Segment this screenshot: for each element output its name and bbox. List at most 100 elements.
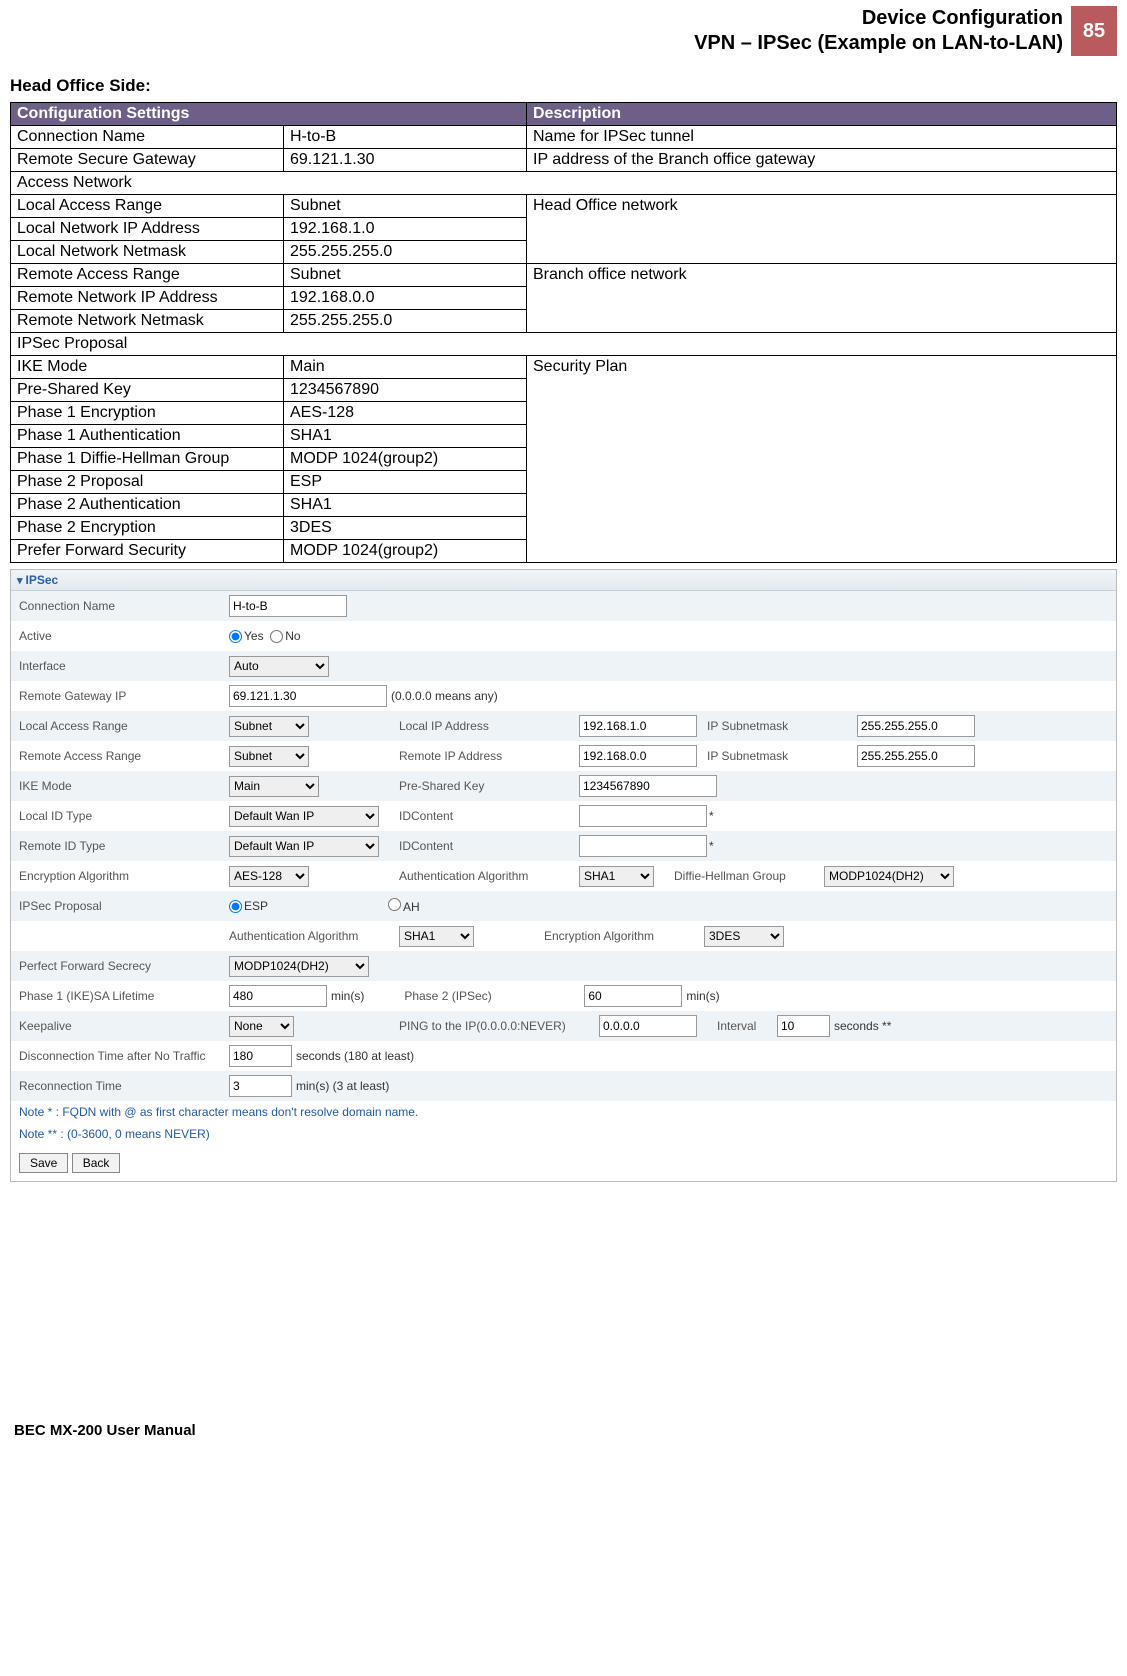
cell: Connection Name: [11, 126, 284, 149]
disc-hint: seconds (180 at least): [296, 1049, 414, 1063]
lbl-ridt: Remote ID Type: [19, 839, 229, 853]
lbl-auth2: Authentication Algorithm: [229, 929, 399, 943]
cell: 1234567890: [284, 379, 527, 402]
lbl-conn-name: Connection Name: [19, 599, 229, 613]
note-2: Note ** : (0-3600, 0 means NEVER): [11, 1123, 1116, 1145]
cell: SHA1: [284, 425, 527, 448]
local-ip-input[interactable]: [579, 715, 697, 737]
local-subnet-input[interactable]: [857, 715, 975, 737]
auth-alg-select[interactable]: SHA1: [579, 866, 654, 887]
asterisk: *: [709, 809, 714, 823]
ipsec-form-screenshot: IPSec Connection Name ActiveYes No Inter…: [10, 569, 1117, 1182]
lbl-ike: IKE Mode: [19, 779, 229, 793]
lbl-rgw: Remote Gateway IP: [19, 689, 229, 703]
dh-group-select[interactable]: MODP1024(DH2): [824, 866, 954, 887]
keepalive-select[interactable]: None: [229, 1016, 294, 1037]
p2-lifetime-input[interactable]: [584, 985, 682, 1007]
footer-text: BEC MX-200 User Manual: [10, 1422, 1117, 1439]
cell: 192.168.0.0: [284, 287, 527, 310]
cell: MODP 1024(group2): [284, 448, 527, 471]
lbl-ah: AH: [403, 900, 420, 914]
p2-auth-select[interactable]: SHA1: [399, 926, 474, 947]
cell: Local Access Range: [11, 195, 284, 218]
lbl-ipsn2: IP Subnetmask: [707, 749, 857, 763]
save-button[interactable]: Save: [19, 1153, 68, 1173]
active-yes-radio[interactable]: [229, 630, 242, 643]
cell: Head Office network: [527, 195, 1117, 264]
lbl-idc2: IDContent: [399, 839, 579, 853]
lbl-interface: Interface: [19, 659, 229, 673]
cell: Local Network IP Address: [11, 218, 284, 241]
cell: Main: [284, 356, 527, 379]
ping-ip-input[interactable]: [599, 1015, 697, 1037]
th-settings: Configuration Settings: [11, 103, 527, 126]
sec-label: seconds **: [834, 1019, 891, 1033]
cell: 255.255.255.0: [284, 241, 527, 264]
active-no-radio[interactable]: [270, 630, 283, 643]
cell: Phase 1 Encryption: [11, 402, 284, 425]
cell: 255.255.255.0: [284, 310, 527, 333]
asterisk: *: [709, 839, 714, 853]
recon-time-input[interactable]: [229, 1075, 292, 1097]
th-desc: Description: [527, 103, 1117, 126]
cell: 192.168.1.0: [284, 218, 527, 241]
lbl-recon: Reconnection Time: [19, 1079, 229, 1093]
p2-enc-select[interactable]: 3DES: [704, 926, 784, 947]
psk-input[interactable]: [579, 775, 717, 797]
cell: Name for IPSec tunnel: [527, 126, 1117, 149]
cell: Phase 1 Diffie-Hellman Group: [11, 448, 284, 471]
local-access-range-select[interactable]: Subnet: [229, 716, 309, 737]
cell: Local Network Netmask: [11, 241, 284, 264]
p1-lifetime-input[interactable]: [229, 985, 327, 1007]
cell: Prefer Forward Security: [11, 540, 284, 563]
lbl-p1life: Phase 1 (IKE)SA Lifetime: [19, 989, 229, 1003]
lbl-ipsn: IP Subnetmask: [707, 719, 857, 733]
lbl-rip: Remote IP Address: [399, 749, 579, 763]
remote-ip-input[interactable]: [579, 745, 697, 767]
cell: Phase 2 Proposal: [11, 471, 284, 494]
cell: Pre-Shared Key: [11, 379, 284, 402]
connection-name-input[interactable]: [229, 595, 347, 617]
lbl-lidt: Local ID Type: [19, 809, 229, 823]
section-title: Head Office Side:: [10, 76, 1117, 96]
recon-hint: min(s) (3 at least): [296, 1079, 389, 1093]
header-line2: VPN – IPSec (Example on LAN-to-LAN): [694, 31, 1063, 56]
remote-gateway-input[interactable]: [229, 685, 387, 707]
interface-select[interactable]: Auto: [229, 656, 329, 677]
lbl-p2: Phase 2 (IPSec): [404, 989, 584, 1003]
remote-id-type-select[interactable]: Default Wan IP: [229, 836, 379, 857]
cell: Branch office network: [527, 264, 1117, 333]
cell: AES-128: [284, 402, 527, 425]
remote-subnet-input[interactable]: [857, 745, 975, 767]
lbl-enc: Encryption Algorithm: [19, 869, 229, 883]
back-button[interactable]: Back: [72, 1153, 121, 1173]
local-idcontent-input[interactable]: [579, 805, 707, 827]
cell: Phase 2 Authentication: [11, 494, 284, 517]
disc-time-input[interactable]: [229, 1045, 292, 1067]
ah-radio[interactable]: [388, 898, 401, 911]
config-table: Configuration Settings Description Conne…: [10, 102, 1117, 563]
lbl-idc: IDContent: [399, 809, 579, 823]
mins2: min(s): [686, 989, 719, 1003]
cell: Remote Network Netmask: [11, 310, 284, 333]
remote-access-range-select[interactable]: Subnet: [229, 746, 309, 767]
pfs-select[interactable]: MODP1024(DH2): [229, 956, 369, 977]
esp-radio[interactable]: [229, 900, 242, 913]
rgw-hint: (0.0.0.0 means any): [391, 689, 498, 703]
lbl-no: No: [285, 629, 300, 643]
lbl-enc2: Encryption Algorithm: [544, 929, 704, 943]
ike-mode-select[interactable]: Main: [229, 776, 319, 797]
local-id-type-select[interactable]: Default Wan IP: [229, 806, 379, 827]
lbl-pfs: Perfect Forward Secrecy: [19, 959, 229, 973]
lbl-active: Active: [19, 629, 229, 643]
cell: 69.121.1.30: [284, 149, 527, 172]
cell: SHA1: [284, 494, 527, 517]
enc-alg-select[interactable]: AES-128: [229, 866, 309, 887]
interval-input[interactable]: [777, 1015, 830, 1037]
cell: 3DES: [284, 517, 527, 540]
cell: Remote Access Range: [11, 264, 284, 287]
cell: H-to-B: [284, 126, 527, 149]
lbl-lar: Local Access Range: [19, 719, 229, 733]
cell: IKE Mode: [11, 356, 284, 379]
remote-idcontent-input[interactable]: [579, 835, 707, 857]
